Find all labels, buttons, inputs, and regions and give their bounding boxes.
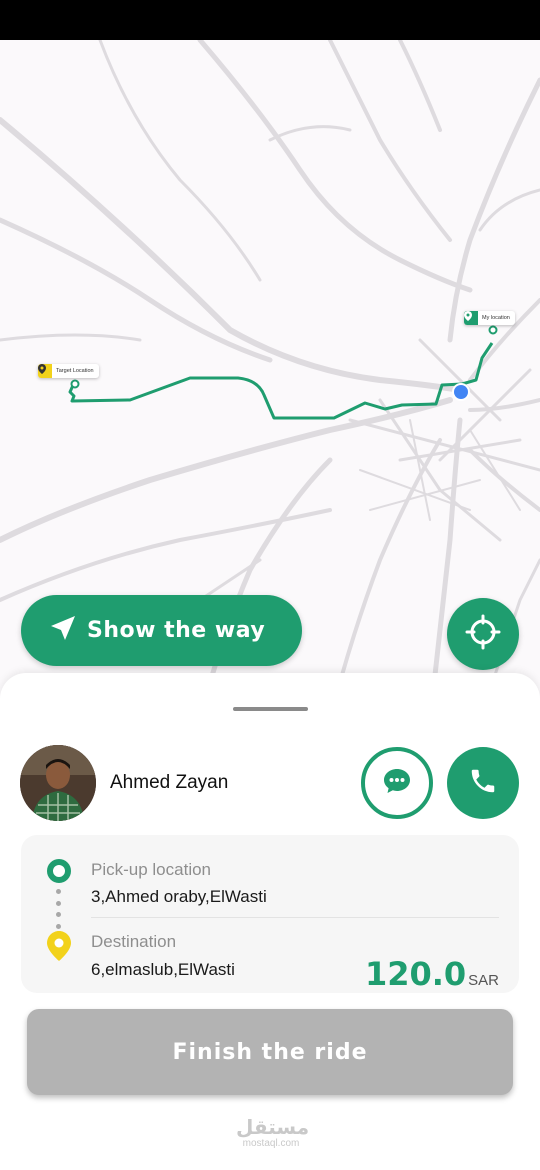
crosshair-icon (465, 614, 501, 655)
call-button[interactable] (447, 747, 519, 819)
my-location-pin-icon (464, 311, 478, 325)
user-location-dot (454, 385, 468, 399)
pickup-label: Pick-up location (91, 860, 212, 879)
watermark-arabic: مستقل (236, 1115, 310, 1139)
destination-label: Destination (91, 932, 177, 951)
chat-bubble-icon (382, 766, 412, 801)
my-location-marker[interactable]: My location (464, 311, 515, 325)
route-dots (56, 889, 61, 929)
watermark-latin: mostaql.com (242, 1138, 300, 1149)
driver-avatar (20, 745, 96, 821)
finish-ride-button[interactable]: Finish the ride (27, 1009, 513, 1095)
driver-name: Ahmed Zayan (110, 772, 229, 793)
target-location-marker[interactable]: Target Location (38, 364, 99, 378)
status-bar (0, 0, 540, 40)
show-the-way-button[interactable]: Show the way (21, 595, 302, 666)
pickup-address: 3,Ahmed oraby,ElWasti (91, 887, 267, 906)
watermark: مستقل mostaql.com (236, 1115, 310, 1149)
sheet-drag-handle[interactable] (233, 707, 308, 711)
ride-price: 120.0 SAR (365, 955, 499, 993)
ride-details-sheet: Ahmed Zayan Pick-up location 3,Ahmed ora… (0, 673, 540, 1170)
price-currency: SAR (468, 972, 499, 989)
phone-icon (468, 766, 498, 801)
navigation-arrow-icon (47, 612, 79, 649)
target-location-label: Target Location (56, 368, 94, 374)
show-the-way-label: Show the way (87, 618, 266, 643)
pickup-circle-icon (47, 859, 71, 883)
price-amount: 120.0 (364, 955, 467, 993)
target-pin-icon (38, 364, 52, 378)
destination-address: 6,elmaslub,ElWasti (91, 960, 235, 979)
my-location-label: My location (482, 315, 510, 321)
chat-button[interactable] (361, 747, 433, 819)
recenter-location-button[interactable] (447, 598, 519, 670)
trip-details-card: Pick-up location 3,Ahmed oraby,ElWasti D… (21, 835, 519, 993)
divider (91, 917, 499, 918)
destination-pin-icon (47, 931, 71, 966)
finish-ride-label: Finish the ride (172, 1039, 368, 1065)
